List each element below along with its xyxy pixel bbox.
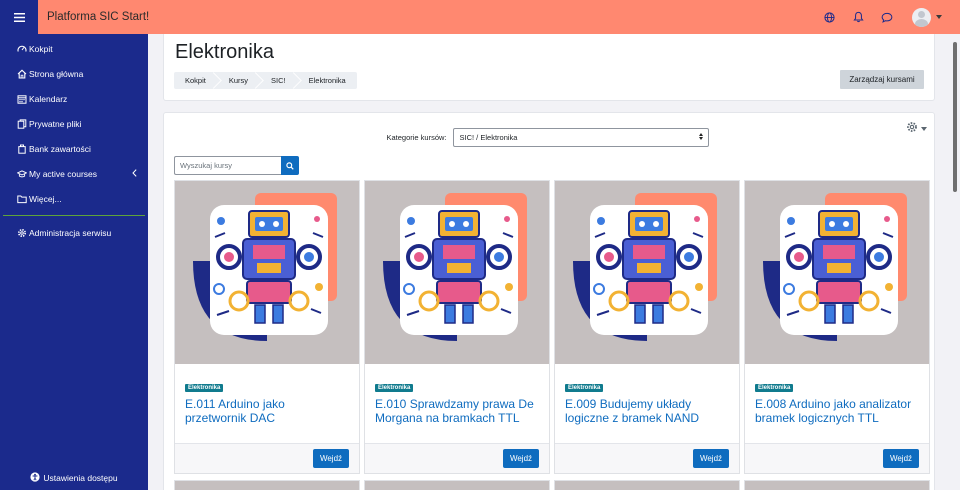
category-badge: Elektronika [185,384,224,392]
course-title-link[interactable]: E.010 Sprawdzamy prawa De Morgana na bra… [375,397,539,425]
page-scrollbar[interactable] [950,34,960,490]
site-brand[interactable]: Platforma SIC Start! [47,11,149,23]
enter-course-button[interactable]: Wejdź [883,449,919,468]
home-icon [17,69,27,79]
robot-illustration [763,193,907,341]
sidebar-item-administracja[interactable]: Administracja serwisu [0,220,148,245]
course-card-partial[interactable] [364,480,550,490]
sidebar-item-label: My active courses [29,168,98,179]
breadcrumb: Kokpit Kursy SIC! Elektronika [174,72,357,89]
content-bank-icon [17,144,27,154]
category-filter: Kategorie kursów: SIC! / Elektronika [164,128,936,147]
course-image[interactable] [365,181,549,364]
hamburger-menu-button[interactable] [0,0,38,34]
course-title-link[interactable]: E.008 Arduino jako analizator bramek log… [755,397,919,425]
page-header: Elektronika Kokpit Kursy SIC! Elektronik… [163,34,935,101]
folder-icon [17,194,27,204]
enter-course-button[interactable]: Wejdź [313,449,349,468]
robot-illustration [573,193,717,341]
next-course-row [174,480,930,490]
enter-course-button[interactable]: Wejdź [503,449,539,468]
sidebar-item-prywatne-pliki[interactable]: Prywatne pliki [0,111,148,136]
course-card: Elektronika E.009 Budujemy układy logicz… [554,180,740,474]
calendar-icon [17,94,27,104]
accessibility-settings-label: Ustawienia dostępu [43,473,118,483]
sidebar-item-bank-zawartosci[interactable]: Bank zawartości [0,136,148,161]
accessibility-settings-link[interactable]: Ustawienia dostępu [0,466,148,490]
sidebar-item-kokpit[interactable]: Kokpit [0,36,148,61]
breadcrumb-item-sic[interactable]: SIC! [259,72,297,89]
accessibility-icon [30,472,41,484]
sidebar-item-label: Bank zawartości [29,143,91,154]
breadcrumb-item-kokpit[interactable]: Kokpit [174,72,217,89]
course-image[interactable] [745,181,929,364]
messages-chat-icon[interactable] [879,9,895,25]
search-icon [286,161,294,170]
course-search [174,156,299,175]
course-listing: Kategorie kursów: SIC! / Elektronika Wys… [163,112,935,490]
category-badge: Elektronika [375,384,414,392]
sidebar-item-label: Kalendarz [29,93,68,104]
course-card: Elektronika E.008 Arduino jako analizato… [744,180,930,474]
sidebar-item-kalendarz[interactable]: Kalendarz [0,86,148,111]
sidebar-item-my-active-courses[interactable]: My active courses [0,161,148,186]
sidebar-item-label: Kokpit [29,43,53,54]
sidebar-item-label: Prywatne pliki [29,118,82,129]
course-grid: Elektronika E.011 Arduino jako przetworn… [174,180,930,474]
course-image[interactable] [555,181,739,364]
course-title-link[interactable]: E.011 Arduino jako przetwornik DAC [185,397,349,425]
graduation-cap-icon [17,169,27,179]
page-title: Elektronika [175,41,274,63]
breadcrumb-item-current: Elektronika [308,76,346,85]
sidebar-divider [3,215,145,216]
course-card-footer: Wejdź [175,443,359,473]
course-title-link[interactable]: E.009 Budujemy układy logiczne z bramek … [565,397,729,425]
dashboard-gauge-icon [17,44,27,54]
scrollbar-thumb[interactable] [953,42,957,192]
main-content: Elektronika Kokpit Kursy SIC! Elektronik… [148,34,950,490]
sidebar-item-label: Strona główna [29,68,84,79]
category-badge: Elektronika [755,384,794,392]
course-card-partial[interactable] [554,480,740,490]
search-button[interactable] [281,156,299,175]
sidebar-item-label: Administracja serwisu [29,227,112,238]
sidebar-item-label: Więcej... [29,193,62,204]
course-card-footer: Wejdź [745,443,929,473]
course-card-footer: Wejdź [555,443,739,473]
sidebar-item-wiecej[interactable]: Więcej... [0,186,148,211]
course-card: Elektronika E.011 Arduino jako przetworn… [174,180,360,474]
sidebar-item-strona-glowna[interactable]: Strona główna [0,61,148,86]
course-card-partial[interactable] [744,480,930,490]
course-image[interactable] [175,181,359,364]
hamburger-menu-icon [13,12,25,22]
avatar [912,7,931,27]
robot-illustration [383,193,527,341]
breadcrumb-item-kursy[interactable]: Kursy [217,72,259,89]
category-badge: Elektronika [565,384,604,392]
course-card-footer: Wejdź [365,443,549,473]
enter-course-button[interactable]: Wejdź [693,449,729,468]
files-icon [17,118,27,129]
chevron-left-icon[interactable] [132,169,137,179]
admin-gear-icon [17,228,27,238]
category-select-value: SIC! / Elektronika [459,133,518,142]
robot-illustration [193,193,337,341]
notifications-bell-icon[interactable] [850,9,866,25]
language-globe-icon[interactable] [821,9,837,25]
course-card: Elektronika E.010 Sprawdzamy prawa De Mo… [364,180,550,474]
top-navbar: Platforma SIC Start! [0,0,960,34]
chevron-down-icon [936,15,942,19]
user-menu[interactable] [912,7,942,27]
manage-courses-button[interactable]: Zarządzaj kursami [840,70,924,89]
category-select[interactable]: SIC! / Elektronika [452,128,709,147]
sidebar: Kokpit Strona główna Kalendarz Prywatne … [0,34,148,490]
category-label: Kategorie kursów: [386,133,447,142]
select-arrows-icon [698,133,703,140]
search-input[interactable] [174,156,281,175]
course-card-partial[interactable] [174,480,360,490]
